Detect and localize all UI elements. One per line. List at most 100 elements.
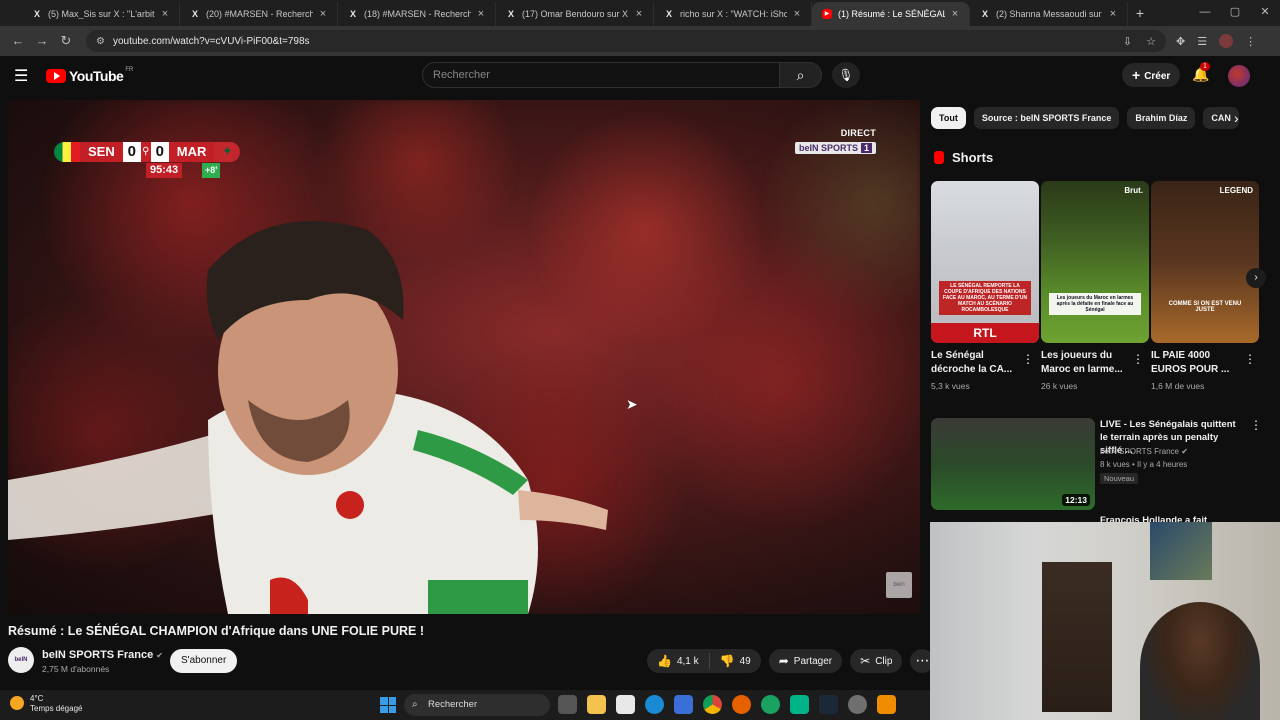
windows-start-icon[interactable] — [380, 697, 396, 713]
task-view-icon[interactable] — [558, 695, 577, 714]
edge-icon[interactable] — [645, 695, 664, 714]
webcam-overlay — [930, 522, 1280, 720]
short-menu-icon[interactable]: ⋮ — [1022, 352, 1034, 366]
steam-icon[interactable] — [819, 695, 838, 714]
close-tab-icon[interactable]: × — [317, 8, 329, 20]
short-caption: LE SÉNÉGAL REMPORTE LA COUPE D'AFRIQUE D… — [939, 281, 1031, 315]
vlc-icon[interactable] — [877, 695, 896, 714]
forward-icon[interactable]: → — [30, 29, 54, 53]
recommended-channel[interactable]: beIN SPORTS France ✔ — [1100, 447, 1188, 456]
install-icon[interactable]: ⇩ — [1123, 35, 1132, 48]
filter-chip[interactable]: Source : beIN SPORTS France — [973, 107, 1120, 129]
settings-icon[interactable] — [848, 695, 867, 714]
site-info-icon[interactable]: ⚙ — [96, 36, 105, 47]
browser-tab[interactable]: X (17) Omar Bendouro sur X : "D × — [496, 2, 654, 26]
senegal-flag-icon — [54, 142, 80, 162]
new-badge: Nouveau — [1100, 473, 1139, 484]
share-button[interactable]: ➦ Partager — [768, 649, 843, 673]
notifications-button[interactable]: 🔔 1 — [1192, 62, 1210, 83]
address-bar[interactable]: ⚙ youtube.com/watch?v=cVUVi-PiF00&t=798s… — [86, 30, 1166, 52]
short-title[interactable]: Le Sénégal décroche la CA... — [931, 349, 1013, 377]
recommended-video-thumbnail[interactable]: 12:13 — [931, 418, 1095, 510]
more-dots-icon: ⋯ — [915, 652, 930, 668]
close-tab-icon[interactable]: × — [949, 8, 961, 20]
added-time: +8' — [202, 163, 221, 178]
channel-avatar[interactable]: beIN — [8, 647, 34, 673]
voice-search-button[interactable]: 🎙 — [832, 62, 860, 88]
store-icon[interactable] — [674, 695, 693, 714]
short-menu-icon[interactable]: ⋮ — [1132, 352, 1144, 366]
like-button[interactable]: 👍 4,1 k — [647, 649, 709, 673]
x-favicon-icon: X — [665, 9, 672, 19]
browser-tab[interactable]: X (5) Max_Sis sur X : "L'arbitre × — [22, 2, 180, 26]
youtube-play-icon — [46, 69, 66, 83]
notepad-icon[interactable] — [616, 695, 635, 714]
profile-avatar[interactable] — [1219, 34, 1234, 48]
bein-badge: beIN SPORTS 1 — [794, 142, 876, 154]
youtube-logo[interactable]: YouTube FR — [46, 67, 133, 84]
browser-tab-strip: X (5) Max_Sis sur X : "L'arbitre × X (20) #M… — [0, 0, 1280, 26]
firefox-icon[interactable] — [732, 695, 751, 714]
file-explorer-icon[interactable] — [587, 695, 606, 714]
tab-title: (2) Shanna Messaoudi sur X : " — [996, 9, 1103, 19]
short-caption: COMME SI ON EST VENU JUSTE — [1168, 301, 1242, 313]
hamburger-menu-icon[interactable]: ☰ — [14, 66, 34, 86]
account-avatar[interactable] — [1228, 65, 1250, 87]
taskbar-search[interactable]: ⌕ Rechercher — [404, 694, 550, 716]
short-thumbnail[interactable]: LEGEND COMME SI ON EST VENU JUSTE — [1151, 181, 1259, 343]
video-duration: 12:13 — [1062, 494, 1090, 506]
short-title[interactable]: IL PAIE 4000 EUROS POUR ... — [1151, 349, 1233, 377]
create-button[interactable]: + Créer — [1122, 63, 1181, 87]
minimize-icon[interactable]: — — [1190, 0, 1220, 24]
green-app-icon[interactable] — [761, 695, 780, 714]
short-menu-icon[interactable]: ⋮ — [1244, 352, 1256, 366]
channel-name-text: beIN SPORTS France — [42, 649, 154, 661]
dislike-button[interactable]: 👎 49 — [710, 649, 761, 673]
app-icon[interactable] — [790, 695, 809, 714]
new-tab-button[interactable]: + — [1128, 2, 1152, 26]
search-icon: ⌕ — [412, 699, 418, 710]
reload-icon[interactable]: ↻ — [54, 29, 78, 53]
close-tab-icon[interactable]: × — [1107, 8, 1119, 20]
subscribe-button[interactable]: S'abonner — [170, 649, 238, 673]
maximize-icon[interactable]: ▢ — [1220, 0, 1250, 24]
plus-icon: + — [1132, 67, 1141, 83]
short-thumbnail[interactable]: LE SÉNÉGAL REMPORTE LA COUPE D'AFRIQUE D… — [931, 181, 1039, 343]
bookmark-star-icon[interactable]: ☆ — [1146, 35, 1156, 48]
search-input[interactable]: Rechercher — [422, 62, 780, 88]
browser-tab[interactable]: ▶ (1) Résumé : Le SÉNÉGAL CHAM × — [812, 2, 970, 26]
chevron-right-icon[interactable]: › — [1234, 110, 1239, 126]
channel-name[interactable]: beIN SPORTS France ✔ — [42, 649, 163, 661]
close-tab-icon[interactable]: × — [475, 8, 487, 20]
chrome-icon[interactable] — [703, 695, 722, 714]
short-thumbnail[interactable]: Brut. Les joueurs du Maroc en larmes apr… — [1041, 181, 1149, 343]
browser-tab[interactable]: X (2) Shanna Messaoudi sur X : " × — [970, 2, 1128, 26]
filter-chip[interactable]: Tout — [931, 107, 966, 129]
close-tab-icon[interactable]: × — [633, 8, 645, 20]
tab-title: richo sur X : "WATCH: iShow — [680, 9, 787, 19]
youtube-favicon-icon: ▶ — [822, 9, 832, 19]
notification-badge: 1 — [1200, 62, 1210, 71]
browser-tab[interactable]: Xricho sur X : "WATCH: iShow × — [654, 2, 812, 26]
clip-button[interactable]: ✂ Clip — [850, 649, 903, 673]
close-tab-icon[interactable]: × — [791, 8, 803, 20]
recommended-menu-icon[interactable]: ⋮ — [1250, 418, 1262, 432]
tab-search-icon[interactable]: ☰ — [1197, 35, 1207, 48]
temperature: 4°C — [30, 694, 44, 703]
search-button[interactable]: ⌕ — [780, 62, 822, 88]
video-player[interactable]: SEN 0 ⚲ 0 MAR 95:43 +8' DIRECT beIN SPOR… — [8, 100, 920, 614]
verified-check-icon: ✔ — [1181, 447, 1188, 456]
browser-tab[interactable]: X (18) #MARSEN - Recherche / X × — [338, 2, 496, 26]
close-window-icon[interactable]: ✕ — [1250, 0, 1280, 24]
menu-dots-icon[interactable]: ⋮ — [1245, 35, 1256, 48]
weather-widget[interactable]: 4°C Temps dégagé — [10, 694, 82, 714]
browser-tab[interactable]: X (20) #MARSEN - Recherche / X × — [180, 2, 338, 26]
filter-chip[interactable]: Brahim Díaz — [1127, 107, 1196, 129]
short-views: 1,6 M de vues — [1151, 381, 1205, 391]
close-tab-icon[interactable]: × — [159, 8, 171, 20]
shorts-next-icon[interactable]: › — [1246, 268, 1266, 288]
extensions-icon[interactable]: ✥ — [1176, 35, 1185, 48]
channel-watermark-icon[interactable]: bein — [886, 572, 912, 598]
short-title[interactable]: Les joueurs du Maroc en larme... — [1041, 349, 1123, 377]
back-icon[interactable]: ← — [6, 29, 30, 53]
